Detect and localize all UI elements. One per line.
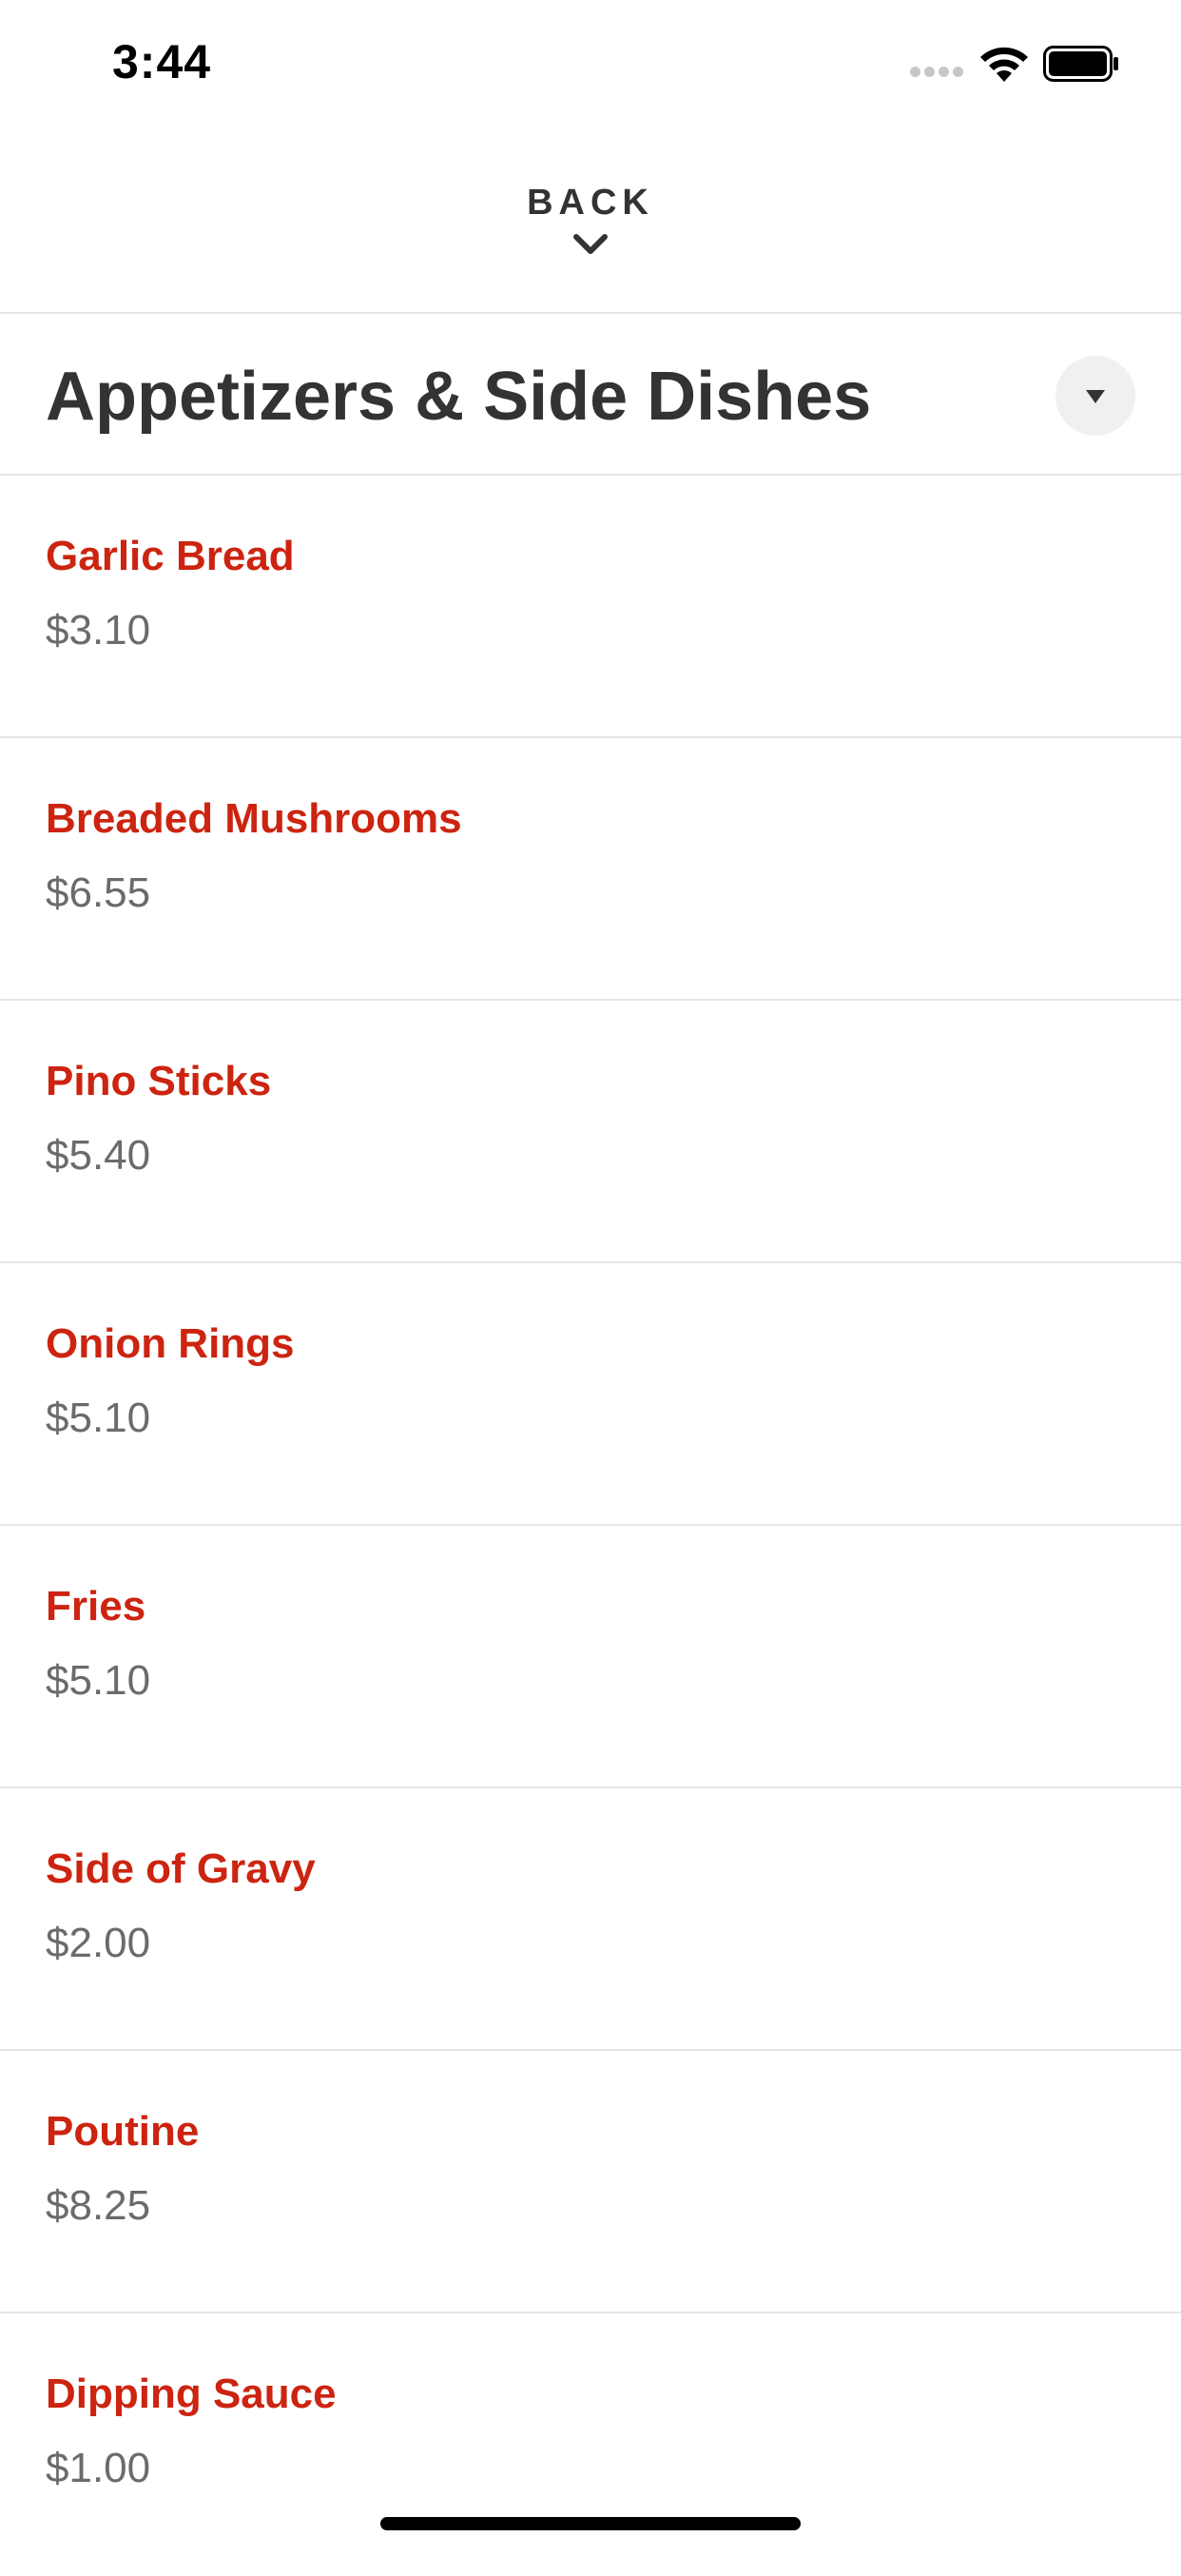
status-time: 3:44 <box>112 35 212 88</box>
cellular-signal-icon <box>910 67 965 78</box>
section-title: Appetizers & Side Dishes <box>46 359 872 435</box>
item-price: $5.40 <box>46 1132 151 1179</box>
item-price: $6.55 <box>46 869 151 916</box>
item-name: Garlic Bread <box>46 533 295 579</box>
item-name: Breaded Mushrooms <box>46 795 462 842</box>
item-price: $8.25 <box>46 2182 151 2229</box>
menu-item-dipping-sauce[interactable]: Dipping Sauce $1.00 <box>0 2313 1181 2576</box>
caret-down-icon <box>1086 390 1105 403</box>
menu-item-onion-rings[interactable]: Onion Rings $5.10 <box>0 1263 1181 1526</box>
wifi-icon <box>980 47 1028 82</box>
item-name: Poutine <box>46 2108 200 2155</box>
item-name: Pino Sticks <box>46 1058 272 1104</box>
item-name: Side of Gravy <box>46 1845 316 1892</box>
home-indicator[interactable] <box>380 2517 801 2530</box>
item-price: $3.10 <box>46 607 151 654</box>
item-price: $5.10 <box>46 1395 151 1441</box>
menu-item-fries[interactable]: Fries $5.10 <box>0 1526 1181 1788</box>
menu-item-side-of-gravy[interactable]: Side of Gravy $2.00 <box>0 1788 1181 2051</box>
back-button[interactable]: BACK <box>495 171 686 276</box>
menu-item-poutine[interactable]: Poutine $8.25 <box>0 2051 1181 2313</box>
item-name: Fries <box>46 1583 146 1630</box>
item-price: $2.00 <box>46 1920 151 1966</box>
menu-list: Garlic Bread $3.10 Breaded Mushrooms $6.… <box>0 476 1181 2576</box>
battery-icon <box>1043 46 1118 82</box>
section-header: Appetizers & Side Dishes <box>0 314 1181 476</box>
back-label: BACK <box>527 183 654 223</box>
item-name: Dipping Sauce <box>46 2371 337 2417</box>
menu-item-breaded-mushrooms[interactable]: Breaded Mushrooms $6.55 <box>0 738 1181 1001</box>
item-price: $1.00 <box>46 2445 151 2491</box>
item-name: Onion Rings <box>46 1320 295 1367</box>
category-dropdown-button[interactable] <box>1055 356 1135 436</box>
back-header: BACK <box>0 126 1181 314</box>
status-bar: 3:44 <box>0 0 1181 126</box>
chevron-down-icon <box>573 234 608 254</box>
menu-item-pino-sticks[interactable]: Pino Sticks $5.40 <box>0 1001 1181 1263</box>
item-price: $5.10 <box>46 1657 151 1704</box>
menu-item-garlic-bread[interactable]: Garlic Bread $3.10 <box>0 476 1181 738</box>
